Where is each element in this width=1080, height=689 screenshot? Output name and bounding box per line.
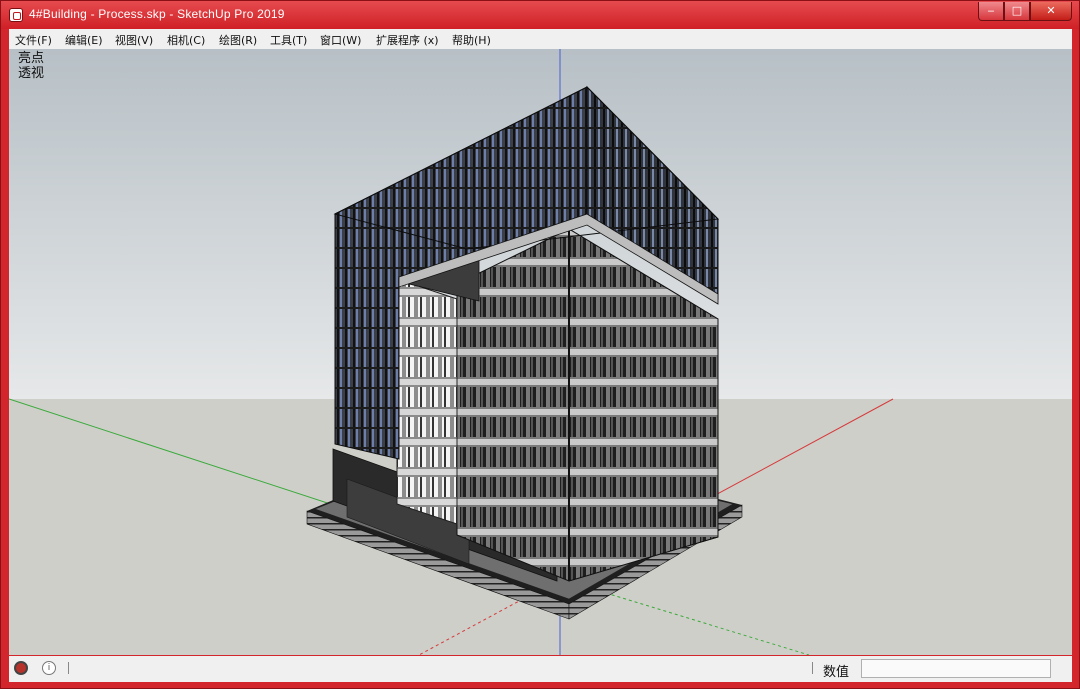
tower-bay-left (396, 278, 458, 525)
status-separator (812, 662, 813, 674)
status-separator (68, 662, 69, 674)
menu-bar: 文件(F) 编辑(E) 视图(V) 相机(C) 绘图(R) 工具(T) 窗口(W… (9, 29, 1072, 49)
building-model-canvas[interactable] (9, 49, 1072, 655)
window-title: 4#Building - Process.skp - SketchUp Pro … (29, 7, 285, 21)
scene-label: 亮点 (18, 51, 45, 66)
menu-help[interactable]: 帮助(H) (452, 32, 491, 48)
menu-draw[interactable]: 绘图(R) (219, 32, 257, 48)
camera-mode-label: 透视 (18, 66, 45, 81)
maximize-button[interactable]: □ (1004, 2, 1030, 21)
menu-edit[interactable]: 编辑(E) (65, 32, 103, 48)
title-bar[interactable]: 4#Building - Process.skp - SketchUp Pro … (1, 1, 1079, 29)
close-button[interactable]: ✕ (1030, 2, 1072, 21)
status-bar: i 数值 (9, 656, 1072, 682)
measurements-input[interactable] (861, 659, 1051, 678)
measurements-label: 数值 (823, 665, 850, 680)
geolocation-icon[interactable] (14, 661, 28, 675)
menu-file[interactable]: 文件(F) (15, 32, 52, 48)
menu-tools[interactable]: 工具(T) (270, 32, 307, 48)
menu-window[interactable]: 窗口(W) (320, 32, 361, 48)
menu-camera[interactable]: 相机(C) (167, 32, 205, 48)
sketchup-window: 4#Building - Process.skp - SketchUp Pro … (0, 0, 1080, 689)
minimize-button[interactable]: ‒ (978, 2, 1004, 21)
sketchup-app-icon[interactable] (9, 8, 23, 22)
menu-view[interactable]: 视图(V) (115, 32, 153, 48)
model-viewport[interactable]: 亮点 透视 (9, 49, 1072, 655)
info-icon[interactable]: i (42, 661, 56, 675)
menu-extensions[interactable]: 扩展程序 (x) (376, 32, 439, 48)
